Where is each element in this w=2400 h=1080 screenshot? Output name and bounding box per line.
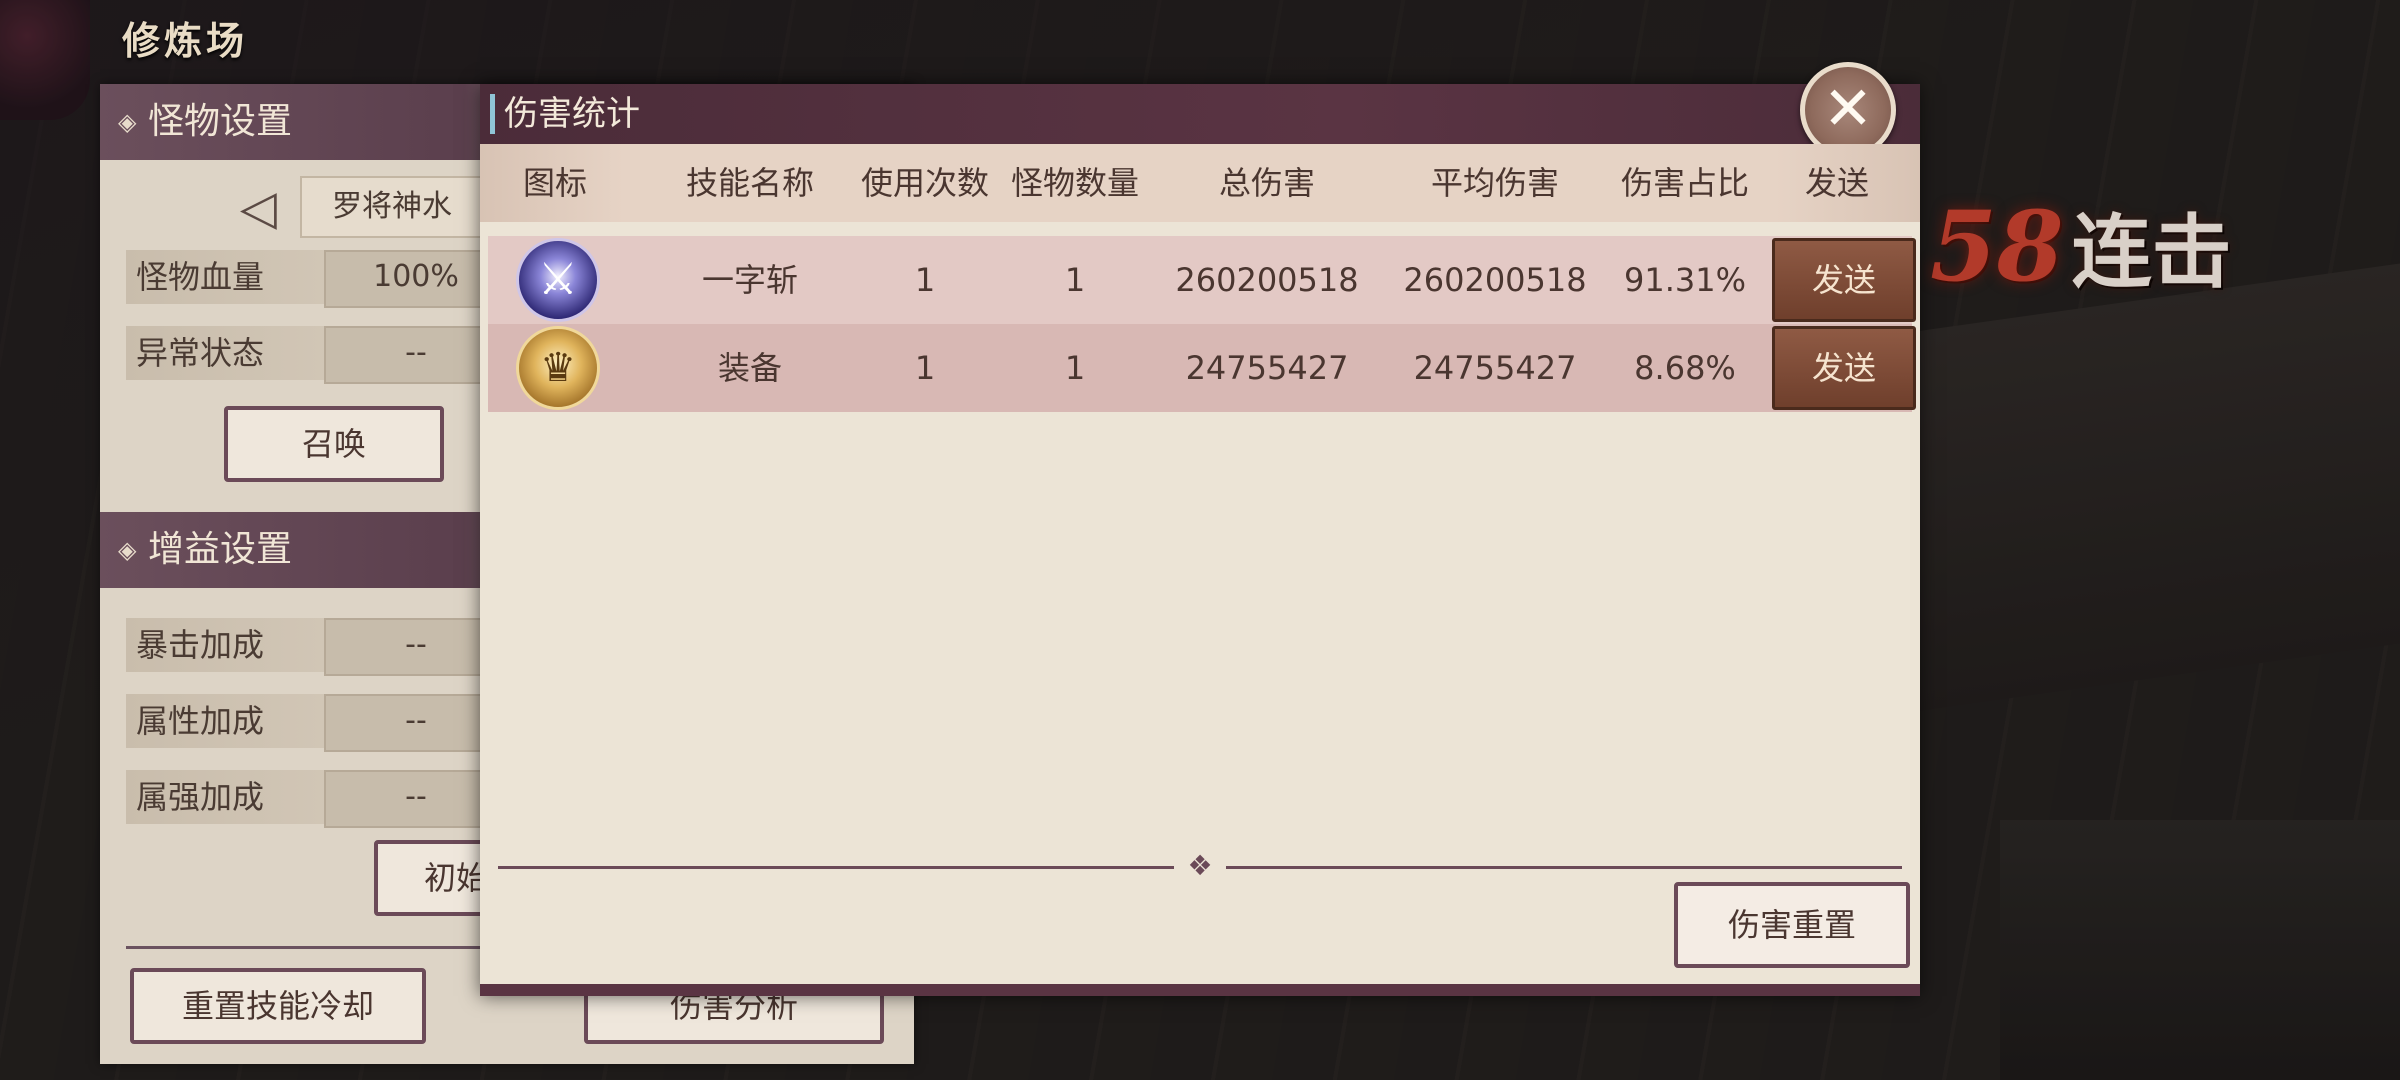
dialog-titlebar: 伤害统计 bbox=[480, 84, 1920, 144]
use-count: 1 bbox=[914, 261, 936, 299]
diamond-icon: ◈ bbox=[118, 108, 137, 136]
col-header-average: 平均伤害 bbox=[1430, 164, 1559, 202]
monster-settings-title: 怪物设置 bbox=[148, 101, 293, 142]
table-header: 图标 技能名称 使用次数 怪物数量 总伤害 平均伤害 伤害占比 发送 bbox=[480, 144, 1920, 222]
damage-ratio: 91.31% bbox=[1623, 261, 1746, 299]
col-header-ratio: 伤害占比 bbox=[1620, 164, 1749, 202]
average-damage: 260200518 bbox=[1403, 261, 1587, 299]
skill-name: 装备 bbox=[717, 349, 782, 387]
col-header-uses: 使用次数 bbox=[860, 164, 989, 202]
use-count: 1 bbox=[914, 349, 936, 387]
ornament-line-left bbox=[498, 866, 1174, 869]
sword-slash-skill-icon: ⚔ bbox=[516, 238, 600, 322]
send-button[interactable]: 发送 bbox=[1772, 238, 1916, 322]
summon-button[interactable]: 召唤 bbox=[224, 406, 444, 482]
table-row: ⚔ 一字斩 1 1 260200518 260200518 91.31% 发送 bbox=[488, 236, 1916, 324]
col-header-send: 发送 bbox=[1804, 164, 1869, 202]
send-button[interactable]: 发送 bbox=[1772, 326, 1916, 410]
golden-helmet-equipment-icon: ♛ bbox=[516, 326, 600, 410]
total-damage: 24755427 bbox=[1185, 349, 1349, 387]
monster-count: 1 bbox=[1064, 261, 1086, 299]
title-accent-bar bbox=[490, 94, 495, 134]
table-row: ♛ 装备 1 1 24755427 24755427 8.68% 发送 bbox=[488, 324, 1916, 412]
combo-count: 58 bbox=[1930, 190, 2064, 303]
diamond-icon: ◈ bbox=[118, 536, 137, 564]
buff-settings-title: 增益设置 bbox=[148, 529, 293, 570]
ornament-icon: ❖ bbox=[1187, 849, 1213, 882]
col-header-monsters: 怪物数量 bbox=[1010, 164, 1139, 202]
col-header-icon: 图标 bbox=[522, 164, 587, 202]
combo-text: 连击 bbox=[2071, 205, 2232, 299]
col-header-total: 总伤害 bbox=[1218, 164, 1315, 202]
dialog-bottom-border bbox=[480, 984, 1920, 996]
skill-name: 一字斩 bbox=[701, 261, 798, 299]
col-header-skill: 技能名称 bbox=[685, 164, 814, 202]
reset-cooldown-button[interactable]: 重置技能冷却 bbox=[130, 968, 426, 1044]
ornament-line-right bbox=[1226, 866, 1902, 869]
average-damage: 24755427 bbox=[1413, 349, 1577, 387]
combo-counter: 58 连击 bbox=[1930, 188, 2232, 304]
scene-title: 修炼场 bbox=[122, 18, 249, 63]
damage-reset-button[interactable]: 伤害重置 bbox=[1674, 882, 1910, 968]
damage-statistics-dialog: 伤害统计 ✕ 图标 技能名称 使用次数 怪物数量 总伤害 平均伤害 伤害占比 发… bbox=[480, 62, 1920, 996]
monster-count: 1 bbox=[1064, 349, 1086, 387]
total-damage: 260200518 bbox=[1175, 261, 1359, 299]
prev-monster-arrow-icon[interactable]: ◁ bbox=[240, 180, 277, 236]
dialog-title: 伤害统计 bbox=[504, 94, 640, 134]
damage-ratio: 8.68% bbox=[1634, 349, 1736, 387]
